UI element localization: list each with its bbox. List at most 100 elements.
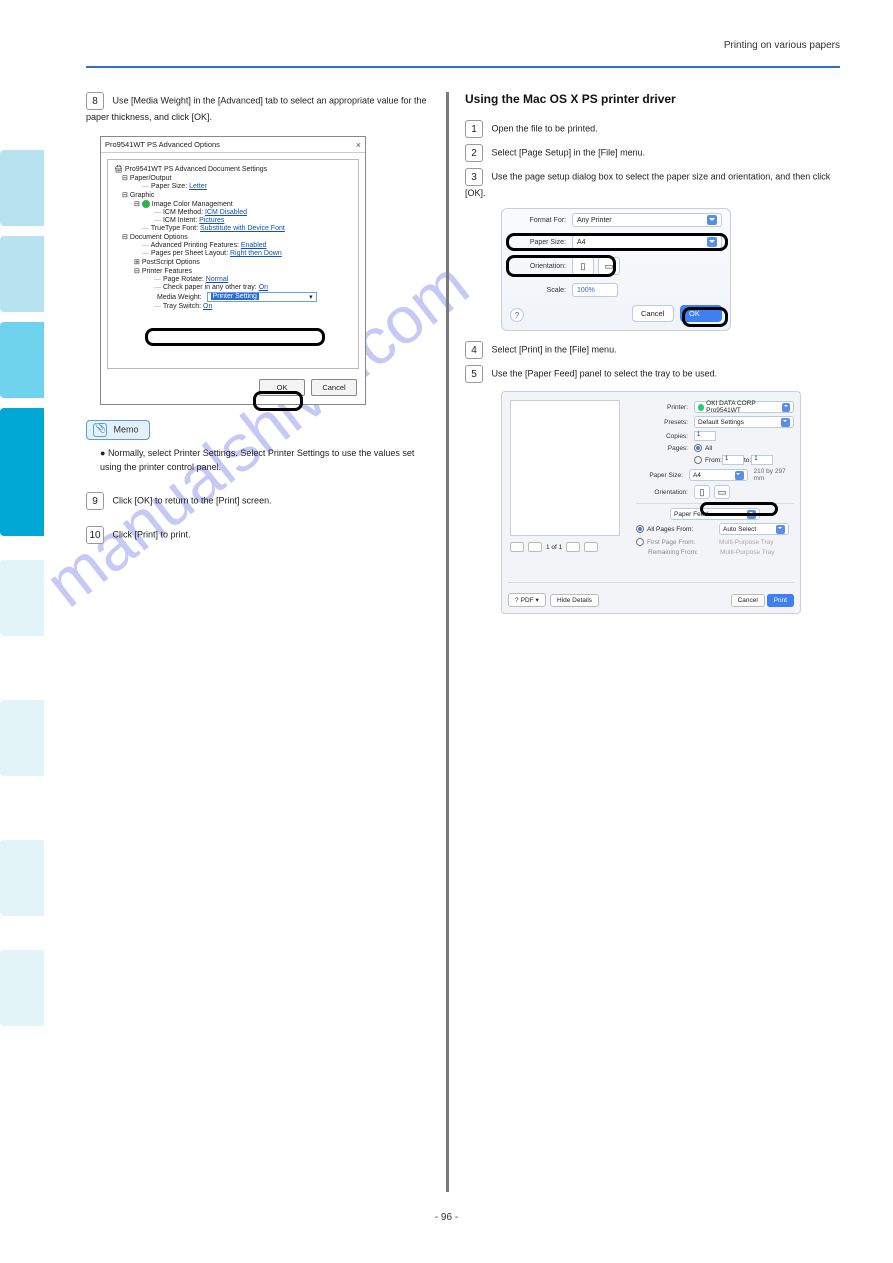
tree-truetype[interactable]: — TrueType Font: Substitute with Device …	[142, 225, 354, 232]
portrait-icon: ▯	[700, 487, 705, 498]
chevron-down-icon	[707, 215, 717, 225]
side-tab-7[interactable]	[0, 840, 44, 916]
left-column: 8 Use [Media Weight] in the [Advanced] t…	[86, 92, 438, 550]
print-bottom-bar: ?PDF ▾ Hide Details Cancel Print	[508, 593, 794, 607]
cancel-button[interactable]: Cancel	[632, 305, 674, 322]
side-tab-8[interactable]	[0, 950, 44, 1026]
memo-pill: Memo	[86, 420, 150, 440]
settings-tree[interactable]: 🖨 Pro9541WT PS Advanced Document Setting…	[107, 159, 359, 369]
pages-range-radio[interactable]	[694, 456, 702, 464]
tree-root: 🖨 Pro9541WT PS Advanced Document Setting…	[114, 165, 354, 173]
chevron-down-icon	[781, 418, 790, 427]
close-icon[interactable]: ×	[356, 137, 361, 153]
prev-button[interactable]	[528, 542, 542, 552]
print-preview	[510, 400, 620, 536]
side-tab-3[interactable]	[0, 322, 44, 398]
format-for-select[interactable]: Any Printer	[572, 213, 722, 227]
page: Printing on various papers - 96 - manual…	[0, 0, 893, 1263]
print-button[interactable]: Print	[767, 594, 794, 607]
paperclip-icon	[93, 423, 107, 437]
step-4: 4 Select [Print] in the [File] menu.	[465, 341, 835, 359]
tree-printer-features[interactable]: ⊟ Printer Features	[134, 267, 354, 275]
orientation-landscape-button[interactable]: ▭	[598, 257, 620, 275]
chevron-down-icon	[735, 471, 744, 480]
panel-select[interactable]: Paper Feed	[670, 508, 760, 520]
step-8-text: Use [Media Weight] in the [Advanced] tab…	[86, 95, 427, 122]
tree-paper-size[interactable]: — Paper Size: Letter	[142, 183, 354, 190]
tree-pages-per-sheet[interactable]: — Pages per Sheet Layout: Right then Dow…	[142, 250, 354, 257]
paper-size-label: Paper Size:	[510, 239, 572, 246]
tree-doc-options[interactable]: ⊟ Document Options	[122, 233, 354, 241]
presets-label: Presets:	[636, 419, 694, 426]
cancel-button[interactable]: Cancel	[731, 594, 765, 607]
first-page-from-radio[interactable]	[636, 538, 644, 546]
cancel-button[interactable]: Cancel	[311, 379, 357, 396]
tree-other-tray[interactable]: — Check paper in any other tray: On	[154, 284, 354, 291]
orientation-portrait-button[interactable]: ▯	[694, 485, 710, 499]
to-field[interactable]: 1	[751, 455, 773, 465]
help-button[interactable]: ?	[510, 308, 524, 322]
step-10: 10 Click [Print] to print.	[86, 526, 438, 544]
pages-all-radio[interactable]	[694, 444, 702, 452]
first-page-from-label: First Page From:	[647, 539, 719, 546]
memo-label: Memo	[114, 424, 139, 434]
remaining-from-value: Multi-Purpose Tray	[720, 549, 775, 556]
side-tab-6[interactable]	[0, 700, 44, 776]
copies-field[interactable]: 1	[694, 431, 716, 441]
papersize-select[interactable]: A4	[689, 469, 748, 481]
next-page-button[interactable]	[584, 542, 598, 552]
right-column: Using the Mac OS X PS printer driver 1 O…	[465, 92, 835, 624]
step-number: 5	[465, 365, 483, 383]
all-pages-from-select[interactable]: Auto Select	[719, 523, 789, 535]
page-number: - 96 -	[435, 1212, 458, 1223]
side-tab-1[interactable]	[0, 150, 44, 226]
help-icon: ?	[515, 597, 519, 604]
dialog-titlebar: Pro9541WT PS Advanced Options ×	[101, 137, 365, 153]
step-number: 2	[465, 144, 483, 162]
orientation-landscape-button[interactable]: ▭	[714, 485, 730, 499]
tree-icm-group[interactable]: ⊟ Image Color Management	[134, 200, 354, 208]
print-dialog: 1 of 1 Printer:OKI DATA CORP Pro9541WT P…	[501, 391, 801, 614]
tree-tray-switch[interactable]: — Tray Switch: On	[154, 303, 354, 310]
step-number: 10	[86, 526, 104, 544]
pages-all-label: All	[705, 445, 712, 452]
all-pages-from-radio[interactable]	[636, 525, 644, 533]
prev-page-button[interactable]	[510, 542, 524, 552]
tree-media-weight[interactable]: Media Weight: Printer Setting▾	[154, 292, 354, 302]
from-field[interactable]: 1	[722, 455, 744, 465]
ok-button[interactable]: OK	[680, 305, 722, 322]
printer-select[interactable]: OKI DATA CORP Pro9541WT	[694, 401, 794, 413]
step-number: 9	[86, 492, 104, 510]
memo-body: ● Normally, select Printer Settings. Sel…	[100, 446, 438, 474]
tree-page-rotate[interactable]: — Page Rotate: Normal	[154, 276, 354, 283]
tree-adv-features[interactable]: — Advanced Printing Features: Enabled	[142, 242, 354, 249]
tree-ps-options[interactable]: ⊞ PostScript Options	[134, 258, 354, 266]
tree-paper-output[interactable]: ⊟ Paper/Output	[122, 174, 354, 182]
papersize-label: Paper Size:	[636, 472, 689, 479]
presets-select[interactable]: Default Settings	[694, 416, 794, 428]
step-1-text: Open the file to be printed.	[492, 123, 598, 133]
next-button[interactable]	[566, 542, 580, 552]
tree-graphic[interactable]: ⊟ Graphic	[122, 191, 354, 199]
step-1: 1 Open the file to be printed.	[465, 120, 835, 138]
orientation-portrait-button[interactable]: ▯	[572, 257, 594, 275]
landscape-icon: ▭	[605, 261, 614, 272]
remaining-from-label: Remaining From:	[648, 549, 720, 556]
tree-icm-intent[interactable]: — ICM Intent: Pictures	[154, 217, 354, 224]
step-number: 3	[465, 168, 483, 186]
pages-label: Pages:	[636, 445, 694, 452]
side-tab-active[interactable]	[0, 408, 44, 536]
paper-size-select[interactable]: A4	[572, 235, 722, 249]
tree-icm-method[interactable]: — ICM Method: ICM Disabled	[154, 209, 354, 216]
side-tab-5[interactable]	[0, 560, 44, 636]
scale-label: Scale:	[510, 287, 572, 294]
scale-field[interactable]: 100%	[572, 283, 618, 297]
hide-details-button[interactable]: Hide Details	[550, 594, 599, 607]
step-5-text: Use the [Paper Feed] panel to select the…	[492, 368, 718, 378]
chevron-down-icon	[776, 525, 785, 534]
pdf-button[interactable]: ?PDF ▾	[508, 593, 546, 607]
ok-button[interactable]: OK	[259, 379, 305, 396]
to-label: to:	[744, 457, 751, 464]
side-tab-2[interactable]	[0, 236, 44, 312]
header-rule	[86, 66, 840, 68]
